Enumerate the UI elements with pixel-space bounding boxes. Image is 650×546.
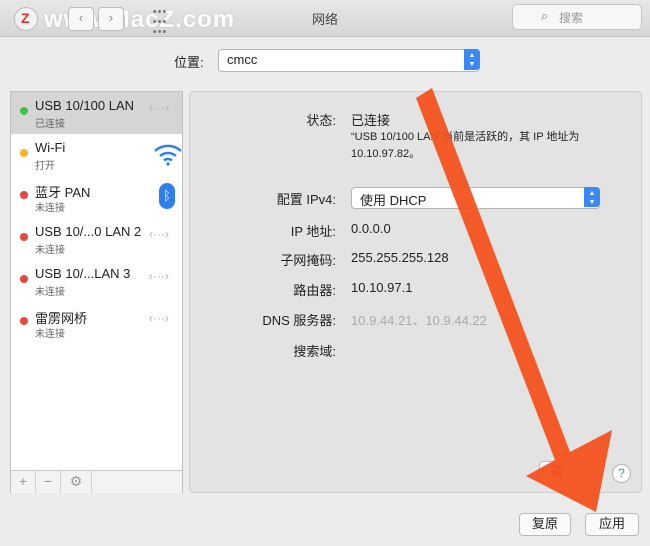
- advanced-button[interactable]: 高: [539, 461, 575, 483]
- service-item-thunderbolt-bridge[interactable]: 雷雳网桥 未连接 ‹···›: [11, 302, 182, 344]
- ipv4-config-value: 使用 DHCP: [360, 193, 427, 208]
- status-note: “USB 10/100 LAN”当前是活跃的，其 IP 地址为 10.10.97…: [351, 131, 580, 160]
- status-label: 状态:: [306, 113, 336, 128]
- status-dot-red: [20, 191, 28, 199]
- service-status: 未连接: [35, 245, 65, 256]
- revert-button[interactable]: 复原: [519, 513, 571, 536]
- ethernet-icon: ‹···›: [149, 227, 169, 241]
- location-select[interactable]: cmcc ▲ ▼: [218, 49, 480, 72]
- dns-server-value: 10.9.44.21、10.9.44.22: [351, 313, 487, 328]
- remove-service-button[interactable]: −: [36, 471, 61, 493]
- action-gear-icon[interactable]: ⚙: [61, 471, 92, 493]
- status-dot-red: [20, 317, 28, 325]
- subnet-mask-value: 255.255.255.128: [351, 250, 449, 265]
- service-name: USB 10/...0 LAN 2: [35, 224, 142, 239]
- service-list-toolbar: + − ⚙: [11, 470, 182, 493]
- add-service-button[interactable]: +: [11, 471, 36, 493]
- title-bar: www.MacZ.com ‹ › ••••••••• 网络 ⌕ 搜索: [0, 0, 650, 38]
- status-dot-green: [20, 107, 28, 115]
- router-label: 路由器:: [293, 283, 336, 298]
- service-item-usb-lan-3[interactable]: USB 10/...LAN 3 未连接 ‹···›: [11, 260, 182, 302]
- chevron-updown-icon: ▲ ▼: [464, 49, 480, 70]
- ip-address-label: IP 地址:: [290, 224, 336, 239]
- router-value: 10.10.97.1: [351, 280, 413, 295]
- service-item-usb-lan[interactable]: USB 10/100 LAN 已连接 ‹···›: [11, 92, 182, 134]
- ipv4-config-select[interactable]: 使用 DHCP ▲ ▼: [351, 187, 600, 209]
- chevron-updown-icon: ▲ ▼: [584, 187, 600, 207]
- dns-server-label: DNS 服务器:: [262, 313, 336, 328]
- service-status: 打开: [35, 161, 55, 172]
- ethernet-icon: ‹···›: [149, 311, 169, 325]
- status-value: 已连接: [351, 113, 391, 128]
- location-label: 位置:: [174, 55, 204, 70]
- status-dot-red: [20, 233, 28, 241]
- search-domain-label: 搜索域:: [293, 344, 336, 359]
- ethernet-icon: ‹···›: [149, 101, 169, 115]
- subnet-mask-label: 子网掩码:: [280, 253, 336, 268]
- location-value: cmcc: [227, 52, 258, 67]
- service-status: 已连接: [35, 119, 65, 130]
- service-status: 未连接: [35, 203, 65, 214]
- service-name: Wi-Fi: [35, 140, 66, 155]
- ip-address-value: 0.0.0.0: [351, 221, 391, 236]
- help-icon[interactable]: ?: [612, 464, 631, 483]
- service-name: USB 10/100 LAN: [35, 98, 135, 113]
- search-icon: ⌕: [541, 8, 549, 23]
- ethernet-icon: ‹···›: [149, 269, 169, 283]
- apply-button[interactable]: 应用: [585, 513, 639, 536]
- search-placeholder: 搜索: [559, 11, 584, 25]
- bluetooth-icon: ᛒ: [159, 183, 175, 209]
- service-item-wifi[interactable]: Wi-Fi 打开: [11, 134, 182, 176]
- service-status: 未连接: [35, 329, 65, 340]
- service-detail-panel: 状态: 已连接 “USB 10/100 LAN”当前是活跃的，其 IP 地址为 …: [189, 91, 642, 493]
- service-item-bluetooth-pan[interactable]: 蓝牙 PAN 未连接 ᛒ: [11, 176, 182, 218]
- service-name: USB 10/...LAN 3: [35, 266, 131, 281]
- wifi-icon: [154, 144, 182, 166]
- service-item-usb-lan-2[interactable]: USB 10/...0 LAN 2 未连接 ‹···›: [11, 218, 182, 260]
- service-list: USB 10/100 LAN 已连接 ‹···› Wi-Fi 打开 蓝牙 PAN…: [10, 91, 183, 493]
- status-dot-yellow: [20, 149, 28, 157]
- service-status: 未连接: [35, 287, 65, 298]
- search-field[interactable]: ⌕ 搜索: [512, 4, 642, 30]
- status-dot-red: [20, 275, 28, 283]
- ipv4-label: 配置 IPv4:: [276, 192, 336, 207]
